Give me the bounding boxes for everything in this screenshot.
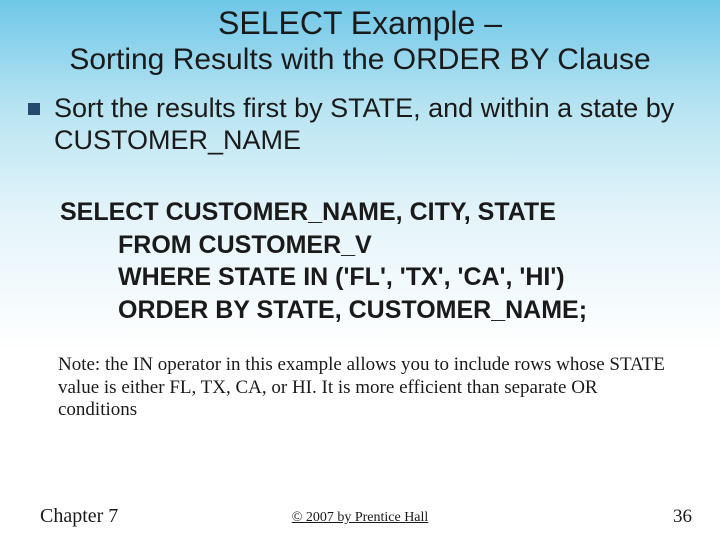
sql-line-4-post: STATE, CUSTOMER_NAME;: [250, 296, 588, 324]
square-bullet-icon: [28, 103, 40, 115]
sql-code-block: SELECT CUSTOMER_NAME, CITY, STATE FROM C…: [0, 196, 720, 326]
sql-line-3-pre: WHERE STATE: [118, 263, 303, 291]
sql-line-3: WHERE STATE IN ('FL', 'TX', 'CA', 'HI'): [60, 261, 720, 294]
sql-line-3-post: ('FL', 'TX', 'CA', 'HI'): [328, 263, 564, 291]
slide: SELECT Example – Sorting Results with th…: [0, 0, 720, 540]
bullet-item: Sort the results first by STATE, and wit…: [28, 92, 700, 157]
title-line-2: Sorting Results with the ORDER BY Clause: [0, 43, 720, 78]
slide-title: SELECT Example – Sorting Results with th…: [0, 0, 720, 78]
sql-keyword-orderby: ORDER BY: [118, 296, 250, 324]
title-line-1: SELECT Example –: [0, 6, 720, 41]
sql-keyword-in: IN: [303, 263, 328, 291]
sql-line-4: ORDER BY STATE, CUSTOMER_NAME;: [60, 294, 720, 327]
note-text: Note: the IN operator in this example al…: [0, 354, 720, 421]
bullet-list: Sort the results first by STATE, and wit…: [0, 92, 720, 157]
footer-page-number: 36: [673, 506, 692, 528]
slide-footer: Chapter 7 © 2007 by Prentice Hall 36: [0, 505, 720, 528]
bullet-text: Sort the results first by STATE, and wit…: [54, 92, 700, 157]
sql-line-1: SELECT CUSTOMER_NAME, CITY, STATE: [60, 196, 720, 229]
sql-line-2: FROM CUSTOMER_V: [60, 229, 720, 262]
footer-chapter: Chapter 7: [40, 505, 118, 528]
footer-copyright: © 2007 by Prentice Hall: [292, 510, 429, 526]
